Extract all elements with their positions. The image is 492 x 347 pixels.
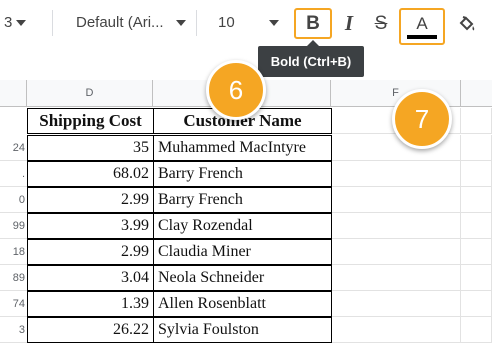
- row-fragment[interactable]: .: [0, 161, 27, 187]
- zoom-value: 3: [4, 14, 13, 31]
- toolbar-divider: [52, 10, 53, 36]
- customer-name-cell[interactable]: Neola Schneider: [153, 265, 332, 291]
- empty-cell[interactable]: [461, 213, 492, 239]
- empty-cell[interactable]: [461, 108, 492, 134]
- header-shipping-cost[interactable]: Shipping Cost: [27, 108, 154, 134]
- chevron-down-icon: [175, 19, 186, 26]
- bold-icon: B: [306, 12, 320, 34]
- empty-cell[interactable]: [332, 213, 461, 239]
- paint-bucket-icon: [459, 15, 475, 30]
- row-fragment[interactable]: 74: [0, 291, 27, 317]
- shipping-cost-cell[interactable]: 3.04: [27, 265, 154, 291]
- shipping-cost-cell[interactable]: 68.02: [27, 161, 154, 187]
- chevron-down-icon: [16, 19, 27, 26]
- customer-name-cell[interactable]: Sylvia Foulston: [153, 317, 332, 343]
- zoom-dropdown[interactable]: 3: [4, 14, 27, 31]
- formatting-toolbar: 3 Default (Ari... 10 B I S A: [0, 0, 492, 46]
- empty-cell[interactable]: [461, 291, 492, 317]
- shipping-cost-cell[interactable]: 35: [27, 135, 154, 161]
- italic-button[interactable]: I: [336, 10, 362, 37]
- text-color-button[interactable]: A: [401, 10, 443, 43]
- shipping-cost-cell[interactable]: 3.99: [27, 213, 154, 239]
- column-header-c[interactable]: [0, 80, 27, 107]
- row-fragment[interactable]: 0: [0, 187, 27, 213]
- shipping-cost-cell[interactable]: 1.39: [27, 291, 154, 317]
- shipping-cost-cell[interactable]: 2.99: [27, 239, 154, 265]
- empty-cell[interactable]: [461, 239, 492, 265]
- customer-name-cell[interactable]: Allen Rosenblatt: [153, 291, 332, 317]
- customer-name-cell[interactable]: Claudia Miner: [153, 239, 332, 265]
- font-family-value: Default (Ari...: [76, 14, 164, 31]
- column-label: F: [392, 87, 399, 99]
- empty-cell[interactable]: [461, 317, 492, 343]
- empty-cell[interactable]: [461, 161, 492, 187]
- shipping-cost-cell[interactable]: 26.22: [27, 317, 154, 343]
- text-color-bar: [407, 34, 437, 39]
- customer-name-cell[interactable]: Barry French: [153, 187, 332, 213]
- text-color-icon: A: [416, 13, 428, 33]
- font-family-dropdown[interactable]: Default (Ari...: [76, 14, 186, 31]
- toolbar-divider: [196, 10, 197, 36]
- callout-7: 7: [392, 89, 452, 149]
- customer-name-cell[interactable]: Barry French: [153, 161, 332, 187]
- customer-name-cell[interactable]: Muhammed MacIntyre: [153, 135, 332, 161]
- strikethrough-button[interactable]: S: [368, 10, 394, 37]
- empty-cell[interactable]: [332, 317, 461, 343]
- callout-number: 7: [414, 103, 430, 134]
- empty-cell[interactable]: [332, 161, 461, 187]
- row-fragment[interactable]: 3: [0, 317, 27, 343]
- callout-number: 6: [228, 74, 244, 105]
- empty-cell[interactable]: [461, 187, 492, 213]
- bold-tooltip: Bold (Ctrl+B): [258, 46, 364, 77]
- fill-color-button[interactable]: [454, 10, 480, 37]
- empty-cell[interactable]: [332, 239, 461, 265]
- italic-icon: I: [344, 11, 354, 35]
- empty-cell[interactable]: [332, 265, 461, 291]
- row-fragment[interactable]: 99: [0, 213, 27, 239]
- empty-cell[interactable]: [332, 291, 461, 317]
- font-size-value: 10: [218, 14, 235, 31]
- column-header-g[interactable]: [461, 80, 492, 107]
- row-fragment[interactable]: 18: [0, 239, 27, 265]
- callout-6: 6: [206, 60, 266, 120]
- column-label: D: [85, 87, 94, 99]
- column-header-d[interactable]: D: [27, 80, 153, 107]
- empty-cell[interactable]: [461, 265, 492, 291]
- empty-cell[interactable]: [332, 187, 461, 213]
- strikethrough-icon: S: [374, 12, 388, 34]
- shipping-cost-cell[interactable]: 2.99: [27, 187, 154, 213]
- customer-name-cell[interactable]: Clay Rozendal: [153, 213, 332, 239]
- row-fragment[interactable]: 24: [0, 135, 27, 161]
- bold-button[interactable]: B: [296, 10, 330, 37]
- chevron-down-icon: [268, 19, 279, 26]
- empty-cell[interactable]: [461, 135, 492, 161]
- row-fragment[interactable]: 89: [0, 265, 27, 291]
- font-size-dropdown[interactable]: 10: [218, 14, 279, 31]
